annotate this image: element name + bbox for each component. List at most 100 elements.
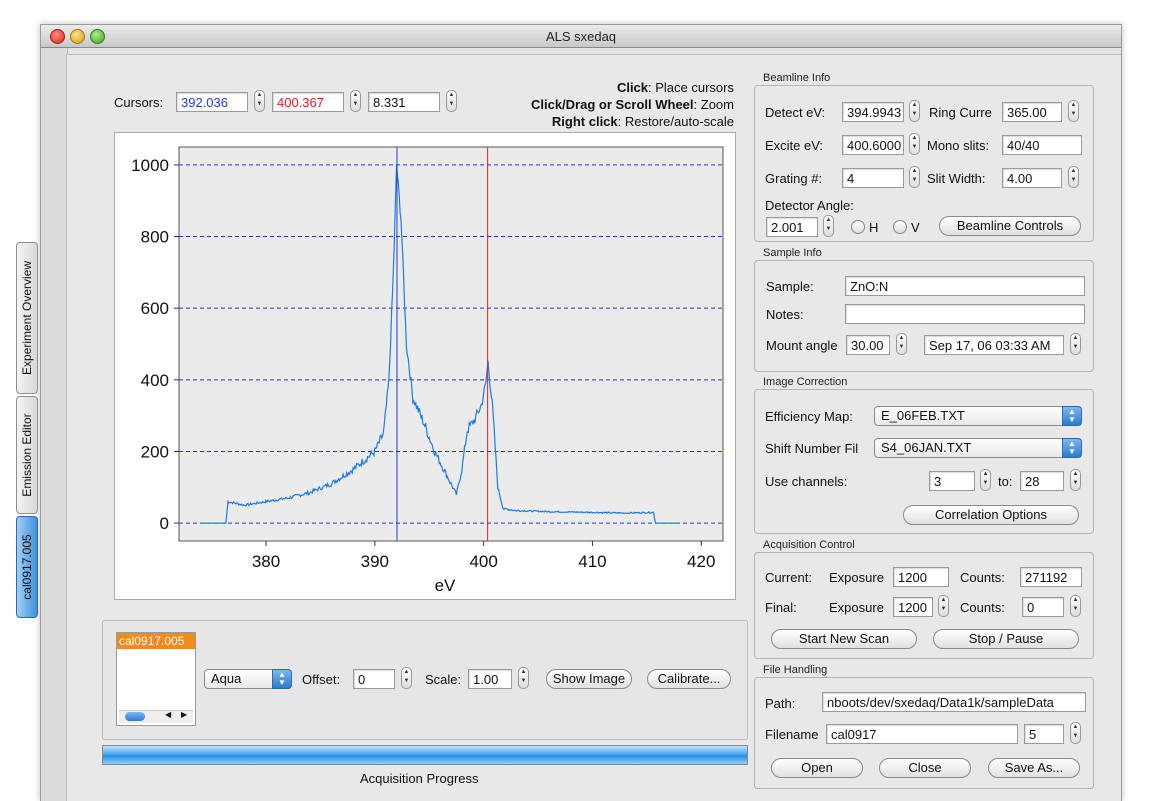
mono-field[interactable]: 40/40 bbox=[1002, 135, 1082, 155]
stop-pause-button[interactable]: Stop / Pause bbox=[933, 629, 1079, 649]
y-tick-label: 600 bbox=[141, 299, 169, 318]
x-tick-label: 380 bbox=[252, 552, 280, 571]
list-item[interactable]: cal0917.005 bbox=[117, 633, 195, 649]
excite-spinner[interactable]: ▲ ▼ bbox=[909, 133, 920, 155]
spectrum-chart[interactable]: 0 200 400 600 800 1000 380 390 400 410 420 eV bbox=[115, 133, 735, 599]
h-label: H bbox=[869, 220, 879, 235]
image-correction-title: Image Correction bbox=[763, 376, 848, 388]
ring-label: Ring Curre bbox=[929, 105, 992, 120]
spectrum-list[interactable]: cal0917.005 ◀ ▶ bbox=[116, 632, 196, 726]
slitw-label: Slit Width: bbox=[927, 171, 986, 186]
channel-from-field[interactable]: 3 bbox=[929, 471, 975, 491]
filename-field[interactable]: cal0917 bbox=[826, 724, 1018, 744]
offset-field[interactable]: 0 bbox=[353, 669, 395, 689]
x-tick-label: 400 bbox=[469, 552, 497, 571]
channel-to-field[interactable]: 28 bbox=[1020, 471, 1064, 491]
cur-exposure-label: Exposure bbox=[829, 570, 884, 585]
mount-label: Mount angle bbox=[766, 338, 838, 353]
slitw-spinner[interactable]: ▲ ▼ bbox=[1068, 166, 1079, 188]
chart-panel[interactable]: 0 200 400 600 800 1000 380 390 400 410 420 eV bbox=[114, 132, 736, 600]
scale-spinner[interactable]: ▲ ▼ bbox=[518, 667, 529, 689]
help-text: Click: Place cursors Click/Drag or Scrol… bbox=[531, 79, 734, 130]
cursor1-field[interactable]: 392.036 bbox=[176, 92, 248, 112]
detangle-field[interactable]: 2.001 bbox=[766, 217, 818, 237]
slitw-field[interactable]: 4.00 bbox=[1002, 168, 1062, 188]
mount-field[interactable]: 30.00 bbox=[846, 335, 890, 355]
tab-label: Experiment Overview bbox=[20, 260, 34, 376]
cursor-delta-spinner[interactable]: ▲ ▼ bbox=[446, 90, 457, 112]
offset-label: Offset: bbox=[302, 672, 341, 687]
y-tick-label: 200 bbox=[141, 442, 169, 461]
scroll-right-icon[interactable]: ▶ bbox=[181, 710, 187, 719]
detect-field[interactable]: 394.9943 bbox=[842, 102, 904, 122]
save-as-button[interactable]: Save As... bbox=[988, 758, 1080, 778]
color-select[interactable]: Aqua ▲ ▼ bbox=[204, 669, 292, 689]
close-button[interactable]: Close bbox=[879, 758, 971, 778]
final-exposure-spinner[interactable]: ▲ ▼ bbox=[938, 595, 949, 617]
tab-emission-editor[interactable]: Emission Editor bbox=[16, 396, 38, 514]
cursor2-spinner[interactable]: ▲ ▼ bbox=[350, 90, 361, 112]
tab-label: Emission Editor bbox=[20, 413, 34, 497]
shift-label: Shift Number Fil bbox=[765, 441, 859, 456]
file-index-field[interactable]: 5 bbox=[1024, 724, 1064, 744]
sample-field[interactable]: ZnO:N bbox=[845, 276, 1085, 296]
scale-label: Scale: bbox=[425, 672, 462, 687]
tab-experiment-overview[interactable]: Experiment Overview bbox=[16, 242, 38, 394]
final-exposure-field[interactable]: 1200 bbox=[893, 597, 933, 617]
cur-counts-field: 271192 bbox=[1020, 567, 1082, 587]
date-field[interactable]: Sep 17, 06 03:33 AM bbox=[924, 335, 1064, 355]
v-radio[interactable] bbox=[893, 220, 907, 234]
y-tick-label: 400 bbox=[141, 371, 169, 390]
shift-select[interactable]: S4_06JAN.TXT ▲ ▼ bbox=[874, 438, 1082, 458]
window-title: ALS sxedaq bbox=[545, 29, 617, 44]
select-arrows-icon: ▲ ▼ bbox=[1062, 438, 1082, 458]
date-spinner[interactable]: ▲ ▼ bbox=[1070, 333, 1081, 355]
scale-field[interactable]: 1.00 bbox=[468, 669, 512, 689]
tab-cal0917[interactable]: cal0917.005 bbox=[16, 516, 38, 618]
open-button[interactable]: Open bbox=[771, 758, 863, 778]
channel-from-spinner[interactable]: ▲ ▼ bbox=[980, 469, 991, 491]
mount-spinner[interactable]: ▲ ▼ bbox=[896, 333, 907, 355]
detangle-label: Detector Angle: bbox=[765, 198, 854, 213]
grating-spinner[interactable]: ▲ ▼ bbox=[909, 166, 920, 188]
scroll-left-icon[interactable]: ◀ bbox=[165, 710, 171, 719]
detect-spinner[interactable]: ▲ ▼ bbox=[909, 100, 920, 122]
list-scrollbar[interactable]: ◀ ▶ bbox=[119, 710, 193, 723]
title-bar: ALS sxedaq bbox=[41, 25, 1121, 48]
progress-bar bbox=[102, 745, 748, 765]
progress-fill bbox=[103, 746, 747, 764]
detangle-spinner[interactable]: ▲ ▼ bbox=[823, 215, 834, 237]
acquisition-title: Acquisition Control bbox=[763, 539, 855, 551]
mono-label: Mono slits: bbox=[927, 138, 990, 153]
ring-spinner[interactable]: ▲ ▼ bbox=[1068, 100, 1079, 122]
cursor2-field[interactable]: 400.367 bbox=[272, 92, 344, 112]
scroll-thumb[interactable] bbox=[125, 712, 145, 721]
show-image-button[interactable]: Show Image bbox=[546, 669, 632, 689]
cursors-label: Cursors: bbox=[114, 95, 164, 110]
final-counts-spinner[interactable]: ▲ ▼ bbox=[1070, 595, 1081, 617]
path-field[interactable]: nboots/dev/sxedaq/Data1k/sampleData bbox=[822, 692, 1086, 712]
beamline-controls-button[interactable]: Beamline Controls bbox=[939, 216, 1081, 236]
grating-label: Grating #: bbox=[765, 171, 823, 186]
file-index-spinner[interactable]: ▲ ▼ bbox=[1070, 722, 1081, 744]
correlation-options-button[interactable]: Correlation Options bbox=[903, 505, 1079, 525]
offset-spinner[interactable]: ▲ ▼ bbox=[401, 667, 412, 689]
channel-to-spinner[interactable]: ▲ ▼ bbox=[1070, 469, 1081, 491]
final-counts-field[interactable]: 0 bbox=[1022, 597, 1064, 617]
cur-counts-label: Counts: bbox=[960, 570, 1005, 585]
detect-label: Detect eV: bbox=[765, 105, 826, 120]
excite-field[interactable]: 400.6000 bbox=[842, 135, 904, 155]
eff-label: Efficiency Map: bbox=[765, 409, 853, 424]
notes-field[interactable] bbox=[845, 304, 1085, 324]
ring-field[interactable]: 365.00 bbox=[1002, 102, 1062, 122]
h-radio[interactable] bbox=[851, 220, 865, 234]
eff-select[interactable]: E_06FEB.TXT ▲ ▼ bbox=[874, 406, 1082, 426]
sample-label: Sample: bbox=[766, 279, 814, 294]
cur-exposure-field: 1200 bbox=[893, 567, 949, 587]
calibrate-button[interactable]: Calibrate... bbox=[647, 669, 731, 689]
grating-field[interactable]: 4 bbox=[842, 168, 904, 188]
cursor1-spinner[interactable]: ▲ ▼ bbox=[254, 90, 265, 112]
start-new-scan-button[interactable]: Start New Scan bbox=[771, 629, 917, 649]
cursor-delta-field[interactable]: 8.331 bbox=[368, 92, 440, 112]
x-tick-label: 420 bbox=[687, 552, 715, 571]
